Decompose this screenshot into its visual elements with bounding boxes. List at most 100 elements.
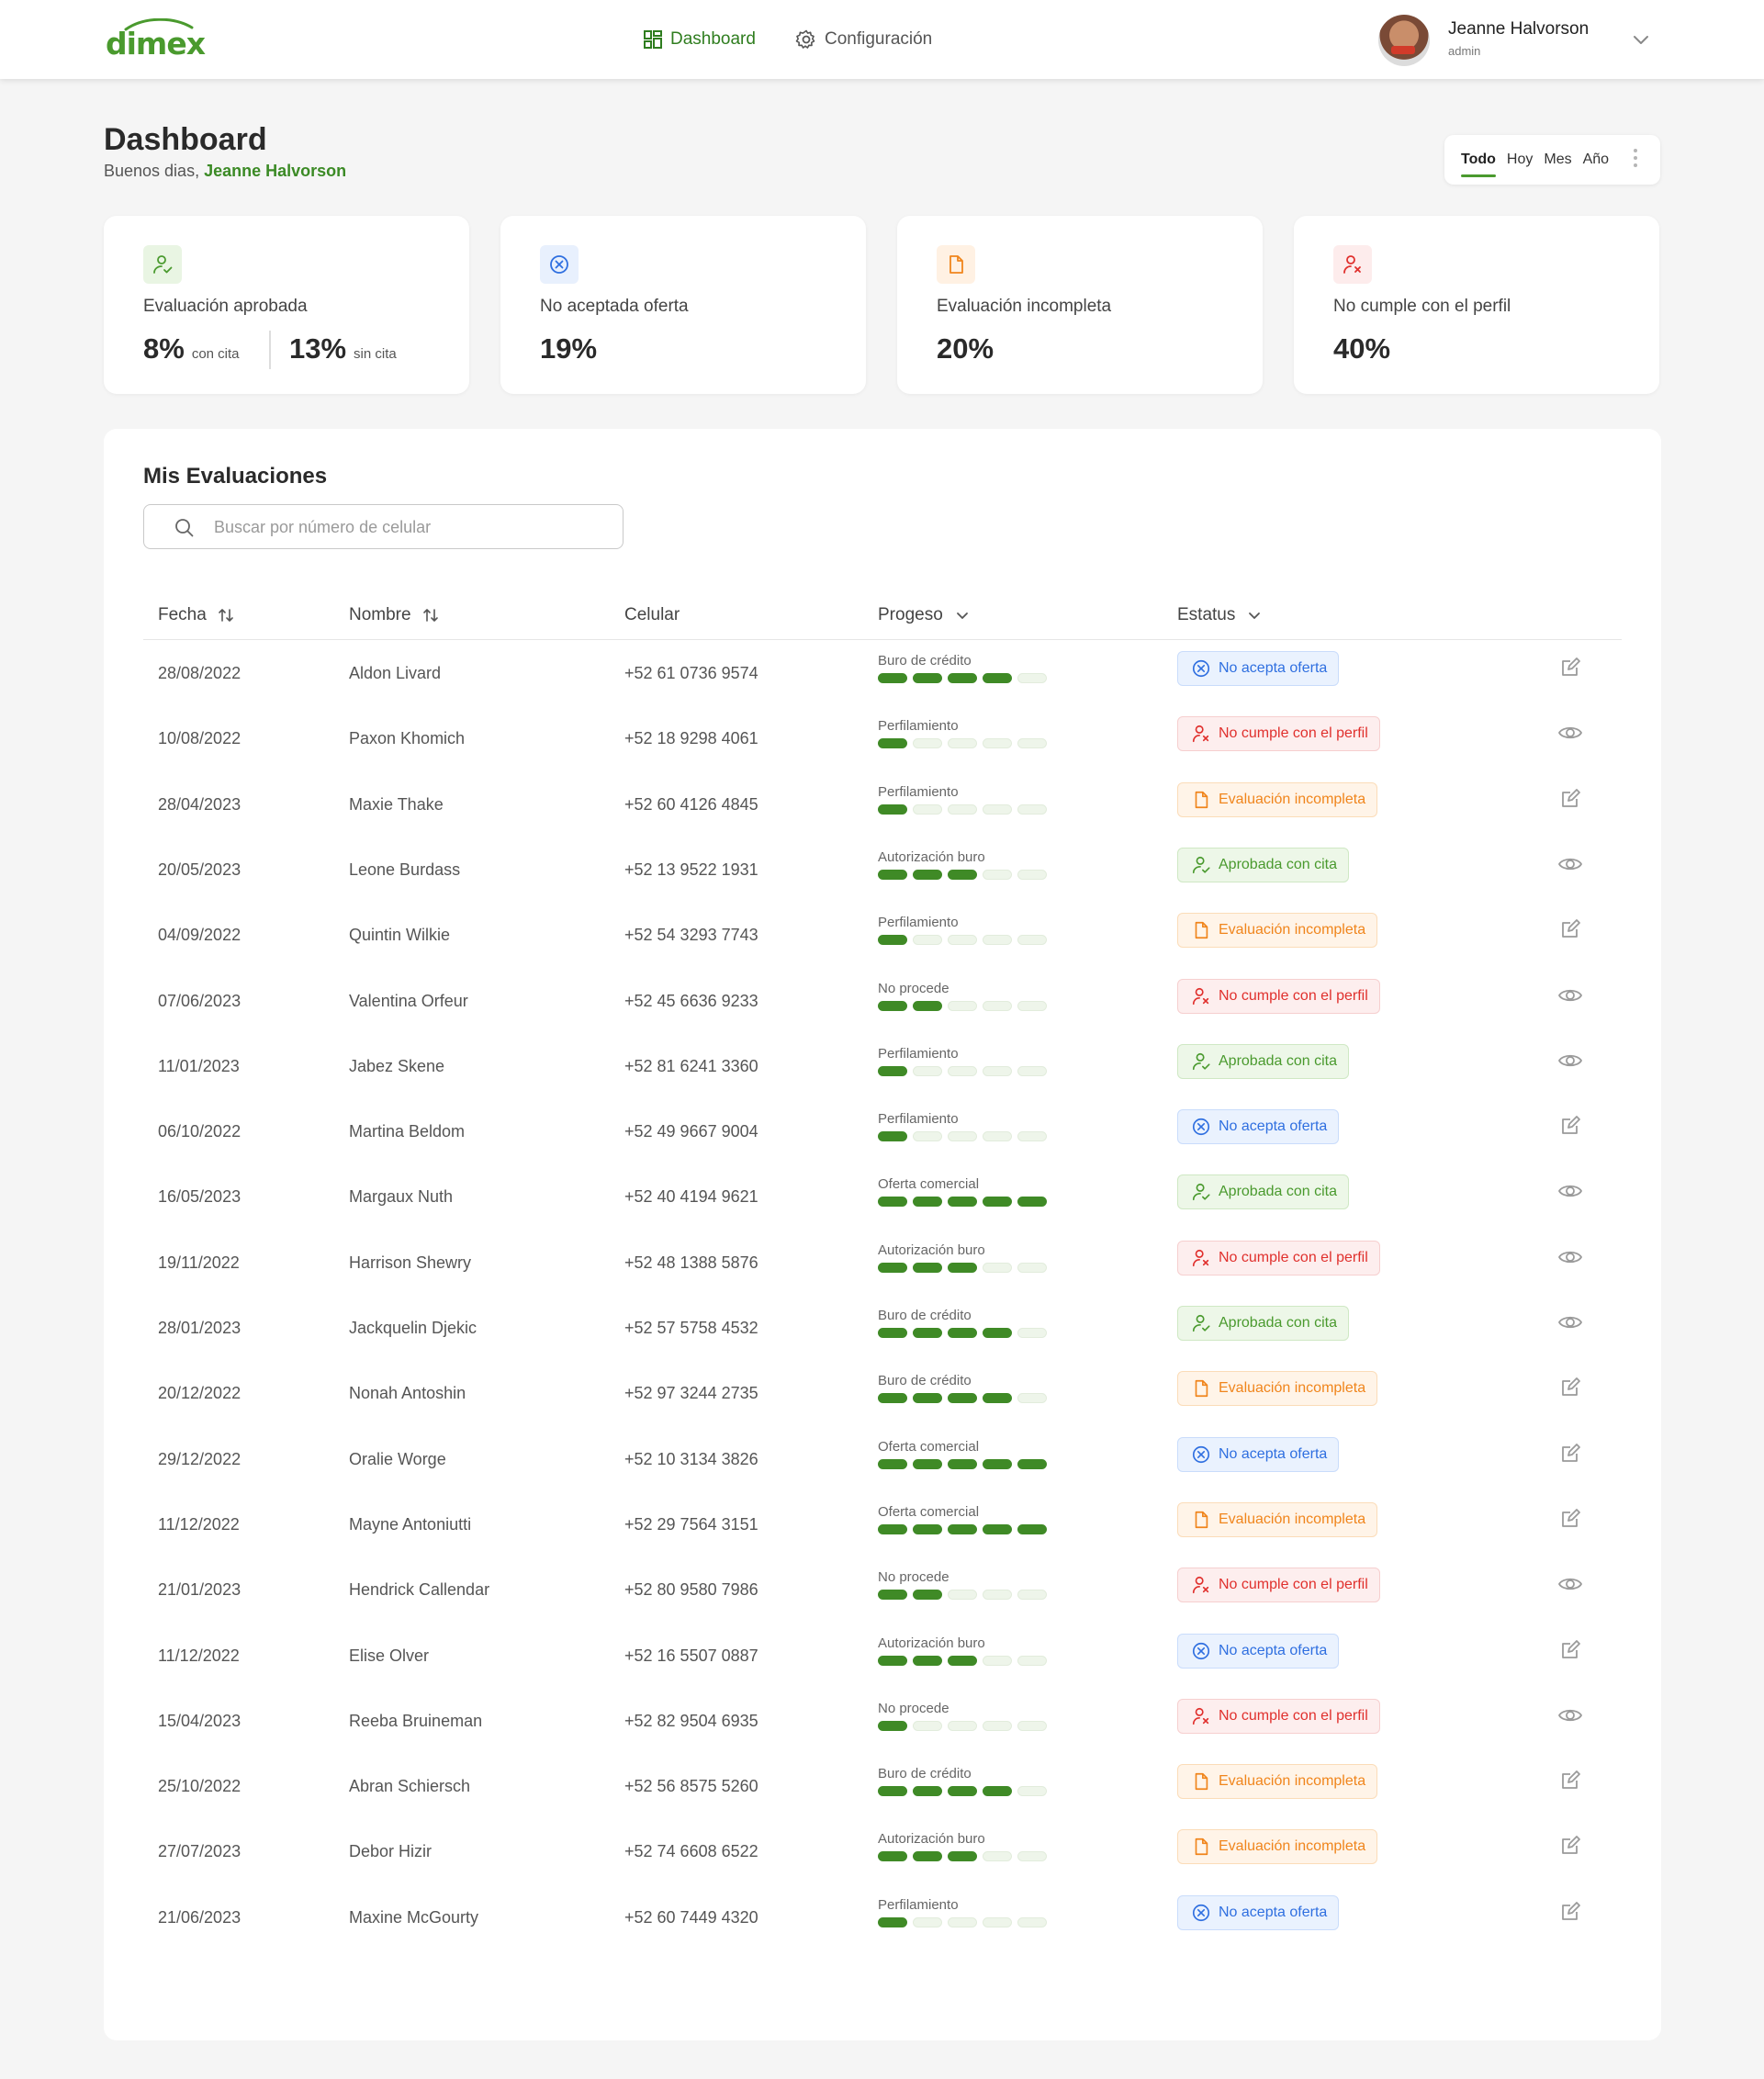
user-check-icon (1191, 855, 1211, 875)
avatar[interactable] (1378, 15, 1430, 66)
cell-fecha: 06/10/2022 (158, 1122, 242, 1141)
table-row[interactable]: 11/12/2022 Mayne Antoniutti +52 29 7564 31… (143, 1493, 1622, 1558)
stat-sub: sin cita (354, 346, 397, 362)
stat-card-no-aceptada: No aceptada oferta 19% (500, 216, 866, 394)
status-badge: Aprobada con cita (1177, 1043, 1349, 1079)
period-option-todo[interactable]: Todo (1461, 148, 1496, 177)
eye-icon[interactable] (1556, 1569, 1585, 1599)
edit-icon[interactable] (1556, 1635, 1585, 1665)
status-label: No cumple con el perfil (1219, 987, 1368, 1004)
progress-label: Perfilamiento (878, 1896, 959, 1913)
table-row[interactable]: 16/05/2023 Margaux Nuth +52 40 4194 9621 Of… (143, 1165, 1622, 1231)
table-row[interactable]: 28/04/2023 Maxie Thake +52 60 4126 4845 Per… (143, 773, 1622, 838)
eye-icon[interactable] (1556, 1308, 1585, 1337)
table-row[interactable]: 11/01/2023 Jabez Skene +52 81 6241 3360 Per… (143, 1035, 1622, 1100)
page-title: Dashboard (104, 122, 267, 157)
table-row[interactable]: 20/05/2023 Leone Burdass +52 13 9522 1931 A… (143, 838, 1622, 904)
cell-fecha: 10/08/2022 (158, 729, 242, 748)
table-row[interactable]: 29/12/2022 Oralie Worge +52 10 3134 3826 Of… (143, 1428, 1622, 1493)
cell-celular: +52 74 6608 6522 (624, 1842, 758, 1861)
progress-segment (1017, 935, 1047, 946)
edit-icon[interactable] (1556, 653, 1585, 682)
table-row[interactable]: 20/12/2022 Nonah Antoshin +52 97 3244 2735… (143, 1362, 1622, 1427)
eye-icon[interactable] (1556, 1242, 1585, 1272)
status-label: No acepta oferta (1219, 1642, 1328, 1658)
table-row[interactable]: 21/06/2023 Maxine McGourty +52 60 7449 432… (143, 1886, 1622, 1951)
table-row[interactable]: 10/08/2022 Paxon Khomich +52 18 9298 4061 P… (143, 707, 1622, 772)
column-nombre[interactable]: Nombre (349, 605, 439, 625)
edit-icon[interactable] (1556, 1897, 1585, 1927)
user-check-icon (1191, 1313, 1211, 1333)
table-row[interactable]: 07/06/2023 Valentina Orfeur +52 45 6636 92… (143, 970, 1622, 1035)
table-row[interactable]: 27/07/2023 Debor Hizir +52 74 6608 6522 Aut… (143, 1820, 1622, 1885)
chevron-down-icon (956, 612, 968, 619)
progress-bar (878, 1131, 1047, 1142)
stat-card-aprobada: Evaluación aprobada 8% con cita 13% sin ci… (104, 216, 469, 394)
eye-icon[interactable] (1556, 1701, 1585, 1730)
table-row[interactable]: 25/10/2022 Abran Schiersch +52 56 8575 526… (143, 1755, 1622, 1820)
edit-icon[interactable] (1556, 1766, 1585, 1795)
search-input[interactable] (214, 514, 609, 540)
edit-icon[interactable] (1556, 1373, 1585, 1402)
eye-icon[interactable] (1556, 1176, 1585, 1206)
progress-label: Perfilamiento (878, 915, 959, 931)
progress-segment (1017, 1000, 1047, 1011)
eye-icon[interactable] (1556, 1046, 1585, 1075)
nav-dashboard[interactable]: Dashboard (643, 25, 756, 54)
user-name: Jeanne Halvorson (1448, 19, 1590, 39)
eye-icon[interactable] (1556, 849, 1585, 879)
stat-sub: con cita (191, 346, 240, 362)
stat-value-con-cita: 8% con cita (143, 332, 240, 365)
table-row[interactable]: 11/12/2022 Elise Olver +52 16 5507 0887 Aut… (143, 1624, 1622, 1690)
progress-label: Perfilamiento (878, 783, 959, 800)
dimex-logo[interactable]: dimex (104, 17, 206, 62)
progress-bar (878, 935, 1047, 946)
edit-icon[interactable] (1556, 1831, 1585, 1860)
edit-icon[interactable] (1556, 784, 1585, 814)
chevron-down-icon[interactable] (1631, 29, 1651, 50)
eye-icon[interactable] (1556, 718, 1585, 747)
table-row[interactable]: 04/09/2022 Quintin Wilkie +52 54 3293 7743… (143, 904, 1622, 969)
edit-icon[interactable] (1556, 915, 1585, 944)
edit-icon[interactable] (1556, 1504, 1585, 1534)
table-row[interactable]: 19/11/2022 Harrison Shewry +52 48 1388 587… (143, 1231, 1622, 1297)
progress-label: Perfilamiento (878, 718, 959, 735)
progress-bar (878, 1590, 1047, 1601)
progress-segment (913, 738, 942, 749)
edit-icon[interactable] (1556, 1111, 1585, 1141)
progress-segment (948, 738, 977, 749)
progress-segment (1017, 1590, 1047, 1601)
table-row[interactable]: 06/10/2022 Martina Beldom +52 49 9667 9004… (143, 1100, 1622, 1165)
stat-divider (269, 331, 271, 369)
progress-label: Buro de crédito (878, 1308, 972, 1323)
progress-segment (1017, 1523, 1047, 1534)
status-label: Aprobada con cita (1219, 856, 1337, 872)
table-row[interactable]: 28/08/2022 Aldon Livard +52 61 0736 9574 Bu… (143, 642, 1622, 707)
period-option-mes[interactable]: Mes (1544, 148, 1571, 172)
cell-celular: +52 60 4126 4845 (624, 794, 758, 814)
column-fecha[interactable]: Fecha (158, 605, 234, 625)
table-row[interactable]: 21/01/2023 Hendrick Callendar +52 80 9580 … (143, 1558, 1622, 1624)
edit-icon[interactable] (1556, 1439, 1585, 1468)
period-filter: Todo Hoy Mes Año (1444, 135, 1660, 185)
nav-configuracion[interactable]: Configuración (795, 25, 932, 54)
search-icon (175, 519, 194, 537)
progress-segment (913, 1262, 942, 1273)
progress-label: No procede (878, 1700, 949, 1716)
period-option-ano[interactable]: Año (1583, 148, 1609, 172)
progress-label: Perfilamiento (878, 1045, 959, 1062)
status-badge: Evaluación incompleta (1177, 1501, 1378, 1537)
column-label: Celular (624, 605, 680, 624)
progress-segment (948, 804, 977, 815)
progress-segment (913, 1523, 942, 1534)
eye-icon[interactable] (1556, 981, 1585, 1010)
column-progreso[interactable]: Progeso (878, 605, 971, 625)
cell-fecha: 21/01/2023 (158, 1580, 242, 1600)
progress-segment (878, 1720, 907, 1731)
table-row[interactable]: 28/01/2023 Jackquelin Djekic +52 57 5758 4… (143, 1297, 1622, 1362)
period-option-hoy[interactable]: Hoy (1507, 148, 1533, 172)
more-vertical-icon[interactable] (1633, 148, 1638, 168)
table-row[interactable]: 15/04/2023 Reeba Bruineman +52 82 9504 693… (143, 1690, 1622, 1755)
progress-segment (878, 1131, 907, 1142)
column-estatus[interactable]: Estatus (1177, 605, 1263, 625)
